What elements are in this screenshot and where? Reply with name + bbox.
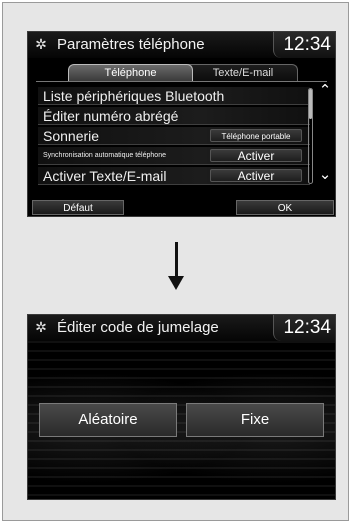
tab-divider bbox=[36, 81, 327, 82]
chevron-up-icon[interactable]: ⌃ bbox=[318, 83, 332, 98]
tab-phone[interactable]: Téléphone bbox=[68, 64, 193, 81]
default-button[interactable]: Défaut bbox=[32, 200, 124, 215]
title-bar: ✲ Éditer code de jumelage 12:34 bbox=[28, 315, 335, 341]
tab-text-email[interactable]: Texte/E-mail bbox=[188, 64, 298, 81]
list-item-edit-speed-dial[interactable]: Éditer numéro abrégé bbox=[38, 107, 310, 125]
text-email-value: Activer bbox=[210, 169, 302, 183]
phone-settings-screen: ✲ Paramètres téléphone 12:34 Texte/E-mai… bbox=[27, 31, 336, 217]
clock: 12:34 bbox=[273, 32, 335, 58]
list-item-label: Sonnerie bbox=[43, 128, 100, 144]
ok-button[interactable]: OK bbox=[236, 200, 334, 215]
list-item-label: Éditer numéro abrégé bbox=[43, 108, 179, 124]
clock: 12:34 bbox=[273, 315, 335, 341]
list-item-enable-text-email[interactable]: Activer Texte/E-mail Activer bbox=[38, 167, 310, 185]
list-item-label: Synchronisation automatique téléphone bbox=[43, 152, 166, 159]
list-item-auto-sync[interactable]: Synchronisation automatique téléphone Ac… bbox=[38, 147, 310, 165]
random-button[interactable]: Aléatoire bbox=[39, 403, 177, 437]
pairing-code-screen: ✲ Éditer code de jumelage 12:34 Aléatoir… bbox=[27, 314, 336, 500]
chevron-down-icon[interactable]: ⌄ bbox=[318, 167, 332, 182]
list-item-label: Liste périphériques Bluetooth bbox=[43, 88, 225, 104]
page-title: Paramètres téléphone bbox=[57, 36, 205, 53]
list-item-ringtone[interactable]: Sonnerie Téléphone portable bbox=[38, 127, 310, 145]
arrow-head bbox=[168, 276, 184, 290]
auto-sync-value: Activer bbox=[210, 149, 302, 163]
fixed-button[interactable]: Fixe bbox=[186, 403, 324, 437]
list-item-label: Activer Texte/E-mail bbox=[43, 168, 167, 184]
ringtone-value: Téléphone portable bbox=[210, 129, 302, 142]
gear-icon: ✲ bbox=[35, 36, 47, 52]
list-item-bluetooth-devices[interactable]: Liste périphériques Bluetooth bbox=[38, 87, 310, 105]
title-bar: ✲ Paramètres téléphone 12:34 bbox=[28, 32, 335, 58]
page-title: Éditer code de jumelage bbox=[57, 319, 219, 336]
scrollbar-thumb[interactable] bbox=[309, 89, 312, 119]
gear-icon: ✲ bbox=[35, 319, 47, 335]
